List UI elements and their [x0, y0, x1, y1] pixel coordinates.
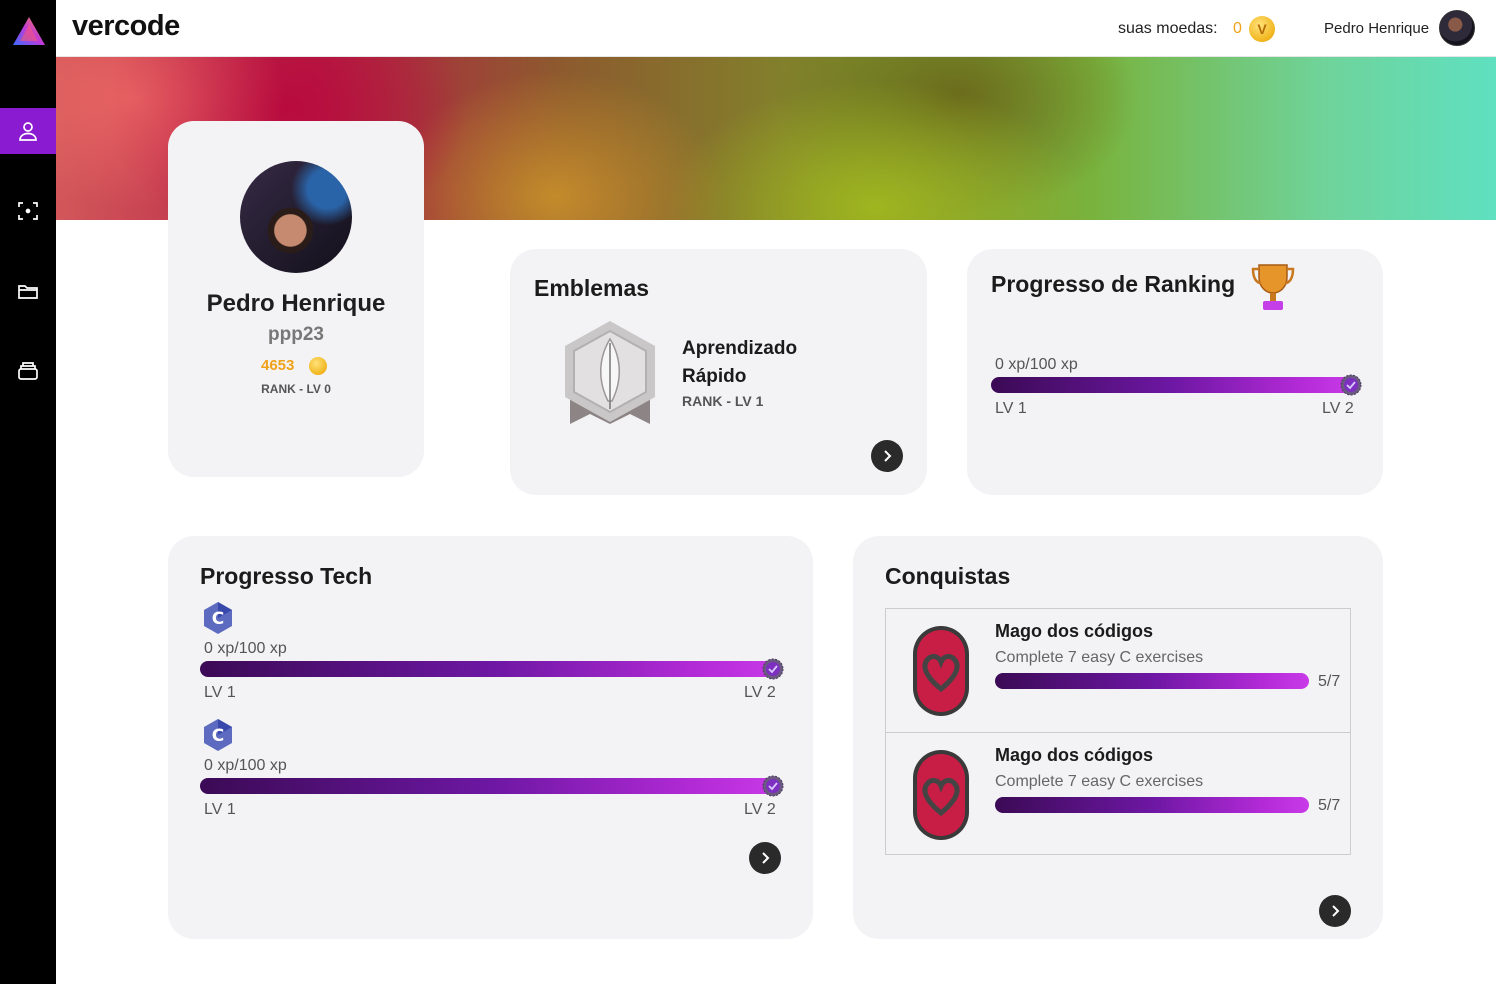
badge-rank: RANK - LV 1 — [682, 393, 764, 409]
check-badge-icon — [1340, 374, 1362, 396]
achievement-title: Mago dos códigos — [995, 621, 1154, 641]
check-badge-icon — [762, 775, 784, 797]
brand-logo[interactable]: vercode — [72, 10, 180, 43]
ranking-xp-label: 0 xp/100 xp — [995, 356, 1078, 373]
achievement-count: 5/7 — [1318, 797, 1341, 814]
tech-next-button[interactable] — [749, 842, 781, 874]
trophy-icon — [1251, 264, 1295, 310]
tech-lv-end: LV 2 — [744, 684, 776, 701]
tech-lv-start: LV 1 — [204, 801, 236, 818]
chevron-right-icon — [762, 852, 770, 864]
ranking-title: Progresso de Ranking — [991, 271, 1236, 297]
achievements-card: Conquistas Mago dos códigos Complete 7 e… — [853, 536, 1383, 939]
achievement-progress-bar — [995, 797, 1309, 813]
top-bar: vercode suas moedas: 0 V Pedro Henrique — [56, 0, 1496, 57]
check-badge-icon — [762, 658, 784, 680]
profile-username: ppp23 — [268, 324, 324, 345]
focus-icon — [18, 202, 38, 220]
sidebar-item-archive[interactable] — [0, 348, 56, 394]
coin-symbol: V — [1257, 21, 1267, 37]
tech-xp-label: 0 xp/100 xp — [204, 640, 287, 657]
tech-lv-end: LV 2 — [744, 801, 776, 818]
achievements-list: Mago dos códigos Complete 7 easy C exerc… — [885, 608, 1351, 855]
chevron-right-icon — [884, 450, 892, 462]
heart-medal-icon — [913, 626, 969, 716]
logo-icon — [13, 17, 45, 45]
profile-name: Pedro Henrique — [206, 290, 386, 317]
svg-text:C: C — [212, 609, 224, 629]
ranking-lv-start: LV 1 — [995, 400, 1027, 417]
sidebar-item-profile[interactable] — [0, 108, 56, 154]
list-item[interactable]: Mago dos códigos Complete 7 easy C exerc… — [886, 609, 1350, 732]
ranking-lv-end: LV 2 — [1322, 400, 1354, 417]
feather-badge-icon — [565, 321, 655, 424]
c-language-icon: C — [204, 602, 232, 634]
c-language-icon: C — [204, 719, 232, 751]
svg-text:C: C — [212, 726, 224, 746]
chevron-right-icon — [1332, 905, 1340, 917]
profile-avatar — [240, 161, 352, 273]
emblemas-title: Emblemas — [534, 275, 650, 301]
achievement-count: 5/7 — [1318, 673, 1341, 690]
sidebar-item-folder[interactable] — [0, 268, 56, 314]
ranking-card: Progresso de Ranking 0 xp/100 xp LV 1 LV… — [967, 249, 1383, 495]
achievement-desc: Complete 7 easy C exercises — [995, 773, 1204, 790]
tech-progress-bar — [200, 661, 782, 677]
archive-icon — [18, 362, 38, 380]
folder-icon — [18, 285, 38, 299]
sidebar-item-focus[interactable] — [0, 188, 56, 234]
badge-title: Aprendizado Rápido — [682, 338, 798, 387]
header-user-name[interactable]: Pedro Henrique — [1324, 20, 1429, 37]
profile-rank: RANK - LV 0 — [261, 382, 331, 396]
emblemas-next-button[interactable] — [871, 440, 903, 472]
tech-title: Progresso Tech — [200, 563, 373, 589]
coin-icon: V — [1249, 16, 1275, 42]
coins-value: 0 — [1233, 20, 1242, 37]
user-icon — [19, 122, 37, 141]
achievements-title: Conquistas — [885, 563, 1011, 589]
sidebar — [0, 0, 56, 984]
achievement-progress-bar — [995, 673, 1309, 689]
tech-xp-label: 0 xp/100 xp — [204, 757, 287, 774]
achievement-title: Mago dos códigos — [995, 745, 1154, 765]
list-item[interactable]: Mago dos códigos Complete 7 easy C exerc… — [886, 732, 1350, 855]
achievement-desc: Complete 7 easy C exercises — [995, 649, 1204, 666]
heart-medal-icon — [913, 750, 969, 840]
tech-progress-card: Progresso Tech C 0 xp/100 xp LV 1 LV 2 C… — [168, 536, 813, 939]
avatar[interactable] — [1439, 10, 1475, 46]
profile-card: Pedro Henrique ppp23 4653 RANK - LV 0 — [168, 121, 424, 477]
ranking-progress-bar — [991, 377, 1353, 393]
tech-progress-bar — [200, 778, 782, 794]
emblemas-card: Emblemas Aprendizado Rápido RANK - LV 1 — [510, 249, 927, 495]
coin-icon — [309, 357, 327, 375]
coins-label: suas moedas: — [1118, 20, 1218, 37]
profile-xp: 4653 — [261, 357, 295, 374]
tech-lv-start: LV 1 — [204, 684, 236, 701]
achievements-next-button[interactable] — [1319, 895, 1351, 927]
